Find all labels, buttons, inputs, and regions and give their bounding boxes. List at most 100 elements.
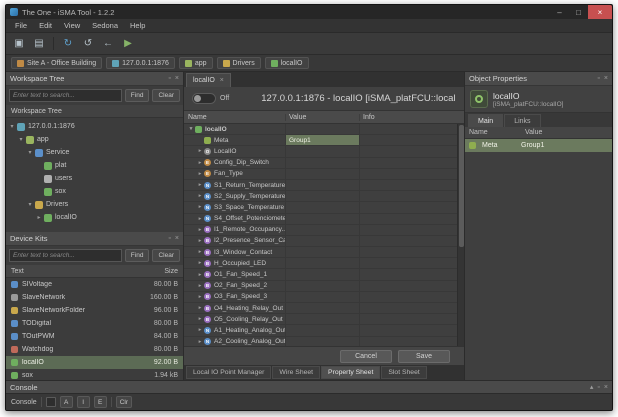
chevron-right-icon[interactable]: ▸ [196,305,204,311]
chevron-right-icon[interactable]: ▸ [196,193,204,199]
property-row-o3-fan-speed-3[interactable]: ▸BO3_Fan_Speed_3 [184,292,457,303]
property-row-a1-heating-analog-out[interactable]: ▸NA1_Heating_Analog_Out [184,325,457,336]
property-row-s4-offset-potenciometer[interactable]: ▸NS4_Offset_Potenciometer [184,214,457,225]
property-value-cell[interactable]: Group1 [286,135,360,145]
property-row-o1-fan-speed-1[interactable]: ▸BO1_Fan_Speed_1 [184,269,457,280]
property-row-fan-type[interactable]: ▸EFan_Type [184,169,457,180]
pin-icon[interactable]: ▫ [597,75,599,82]
device-kits-find-button[interactable]: Find [125,249,150,262]
close-icon[interactable]: × [604,384,608,391]
property-row-meta[interactable]: MetaGroup1 [184,135,457,146]
tree-node-drivers[interactable]: ▾Drivers [6,198,183,211]
kit-row-toutpwm[interactable]: TOutPWM84.00 B [6,330,183,343]
save-button[interactable]: Save [398,350,450,363]
menu-item-edit[interactable]: Edit [33,21,58,30]
column-value[interactable]: Value [286,114,360,121]
chevron-right-icon[interactable]: ▸ [196,283,204,289]
chevron-down-icon[interactable]: ▾ [26,201,34,208]
chevron-right-icon[interactable]: ▸ [196,171,204,177]
console-filter-e[interactable]: E [94,396,107,408]
column-name[interactable]: Name [184,114,286,121]
close-icon[interactable]: × [175,235,179,242]
maximize-button[interactable]: □ [569,5,588,19]
object-properties-tab-main[interactable]: Main [468,114,503,127]
minimize-button[interactable]: – [550,5,569,19]
open-project-button[interactable]: ▤ [30,35,48,52]
property-row-i1-remote-occupancy[interactable]: ▸BI1_Remote_Occupancy... [184,225,457,236]
object-properties-tab-links[interactable]: Links [504,114,540,127]
property-row-o4-heating-relay-out[interactable]: ▸BO4_Heating_Relay_Out [184,303,457,314]
chevron-right-icon[interactable]: ▸ [196,272,204,278]
sync-button[interactable]: ↺ [79,35,97,52]
breadcrumb-item-app[interactable]: app [179,57,213,69]
menu-item-file[interactable]: File [9,21,33,30]
property-row-s2-supply-temperature[interactable]: ▸NS2_Supply_Temperature [184,191,457,202]
chevron-right-icon[interactable]: ▸ [196,316,204,322]
tab-localio[interactable]: localIO × [186,73,231,87]
kit-row-localio[interactable]: localIO92.00 B [6,356,183,369]
column-text[interactable]: Text [11,268,134,275]
workspace-search-input[interactable] [9,89,122,102]
breadcrumb-item-127-0-0-1-1876[interactable]: 127.0.0.1:1876 [106,57,175,69]
close-button[interactable]: × [588,5,612,19]
console-toolbar-label[interactable]: Console [11,399,37,406]
off-toggle[interactable] [192,93,216,104]
close-icon[interactable]: × [175,75,179,82]
close-icon[interactable]: × [604,75,608,82]
view-tab-property-sheet[interactable]: Property Sheet [321,366,380,379]
property-row-localio[interactable]: ▸OLocalIO [184,146,457,157]
console-clear-button[interactable]: Clr [116,396,132,408]
pin-icon[interactable]: ▫ [168,75,170,82]
new-project-button[interactable]: ▣ [10,35,28,52]
object-property-row-meta[interactable]: MetaGroup1 [465,139,612,152]
play-button[interactable]: ▶ [119,35,137,52]
scrollbar-thumb[interactable] [459,125,464,247]
property-row-o5-cooling-relay-out[interactable]: ▸BO5_Cooling_Relay_Out [184,314,457,325]
property-row-i3-window-contact[interactable]: ▸BI3_Window_Contact [184,247,457,258]
kit-row-slavenetwork[interactable]: SlaveNetwork160.00 B [6,291,183,304]
titlebar[interactable]: The One - iSMA Tool - 1.2.2 –□× [6,5,612,19]
tree-node-localio[interactable]: ▸localIO [6,211,183,224]
chevron-right-icon[interactable]: ▸ [196,260,204,266]
chevron-down-icon[interactable]: ▾ [17,136,25,143]
kit-row-slavenetworkfolder[interactable]: SlaveNetworkFolder96.00 B [6,304,183,317]
chevron-right-icon[interactable]: ▸ [196,227,204,233]
view-tab-local-io-point-manager[interactable]: Local IO Point Manager [186,366,271,379]
kit-row-todigital[interactable]: TODigital80.00 B [6,317,183,330]
workspace-clear-button[interactable]: Clear [152,89,180,102]
property-row-i2-presence-sensor-ca[interactable]: ▸BI2_Presence_Sensor_Ca... [184,236,457,247]
chevron-right-icon[interactable]: ▸ [196,238,204,244]
property-row-o2-fan-speed-2[interactable]: ▸BO2_Fan_Speed_2 [184,281,457,292]
chevron-right-icon[interactable]: ▸ [196,216,204,222]
console-toggle[interactable] [46,397,56,407]
tab-close-icon[interactable]: × [220,77,224,84]
chevron-down-icon[interactable]: ▾ [8,123,16,130]
device-kits-clear-button[interactable]: Clear [152,249,180,262]
chevron-right-icon[interactable]: ▸ [196,182,204,188]
chevron-right-icon[interactable]: ▸ [196,204,204,210]
pin-icon[interactable]: ▫ [597,384,599,391]
breadcrumb-item-drivers[interactable]: Drivers [217,57,261,69]
chevron-right-icon[interactable]: ▸ [196,160,204,166]
chevron-up-icon[interactable]: ▴ [590,383,594,391]
chevron-right-icon[interactable]: ▸ [196,294,204,300]
column-size[interactable]: Size [134,268,178,275]
property-row-a2-cooling-analog-out[interactable]: ▸NA2_Cooling_Analog_Out [184,337,457,346]
tree-node-plat[interactable]: plat [6,159,183,172]
property-row-h-occupied-led[interactable]: ▸BH_Occupied_LED [184,258,457,269]
menu-item-view[interactable]: View [58,21,86,30]
pin-icon[interactable]: ▫ [168,235,170,242]
object-property-value[interactable]: Group1 [521,142,608,149]
property-row-config-dip-switch[interactable]: ▸EConfig_Dip_Switch [184,158,457,169]
chevron-right-icon[interactable]: ▸ [196,148,204,154]
tree-node-users[interactable]: users [6,172,183,185]
kit-row-watchdog[interactable]: Watchdog80.00 B [6,343,183,356]
kit-row-sivoltage[interactable]: SIVoltage80.00 B [6,278,183,291]
chevron-right-icon[interactable]: ▸ [196,339,204,345]
chevron-down-icon[interactable]: ▾ [187,126,195,132]
chevron-right-icon[interactable]: ▸ [196,327,204,333]
vertical-scrollbar[interactable] [457,124,464,346]
refresh-button[interactable]: ↻ [59,35,77,52]
breadcrumb-item-site-a-office-building[interactable]: Site A - Office Building [11,57,102,69]
breadcrumb-item-localio[interactable]: localIO [265,57,309,69]
